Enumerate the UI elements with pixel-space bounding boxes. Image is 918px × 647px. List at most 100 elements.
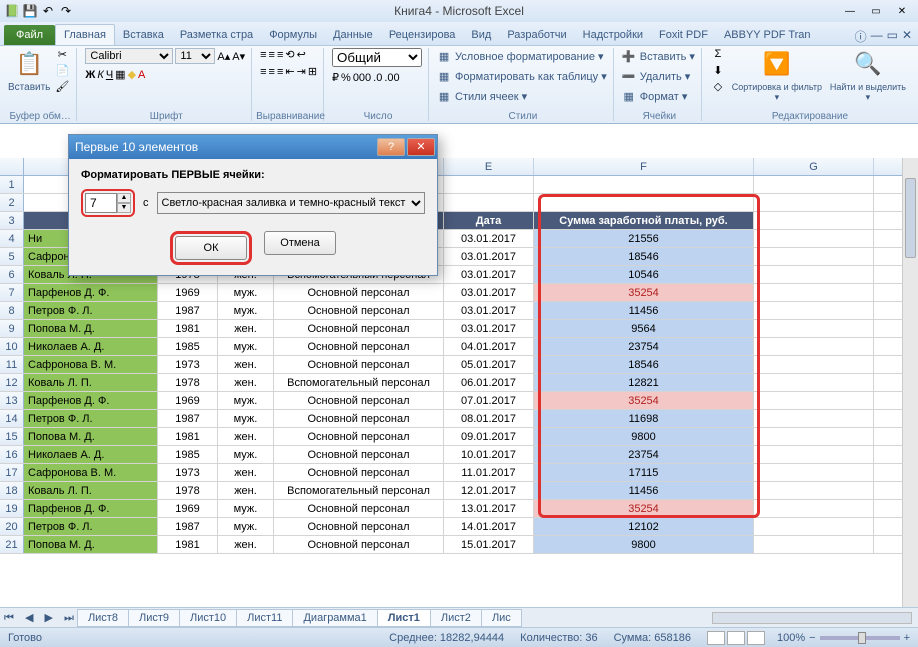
dec-dec-icon[interactable]: .00 bbox=[384, 72, 399, 84]
zoom-out-icon[interactable]: − bbox=[809, 632, 815, 644]
row-header[interactable]: 19 bbox=[0, 500, 24, 517]
table-row[interactable]: 8Петров Ф. Л.1987муж.Основной персонал03… bbox=[0, 302, 918, 320]
row-header[interactable]: 21 bbox=[0, 536, 24, 553]
align-bot-icon[interactable]: ≡ bbox=[277, 49, 283, 61]
cell[interactable]: Коваль Л. П. bbox=[24, 482, 158, 499]
cell[interactable]: жен. bbox=[218, 536, 274, 553]
cell[interactable]: Основной персонал bbox=[274, 428, 444, 445]
cell[interactable]: 1969 bbox=[158, 392, 218, 409]
cell[interactable] bbox=[754, 194, 874, 211]
tab-review[interactable]: Рецензирова bbox=[381, 25, 464, 45]
cell[interactable]: 09.01.2017 bbox=[444, 428, 534, 445]
sheet-tab[interactable]: Лист10 bbox=[179, 609, 237, 627]
row-header[interactable]: 2 bbox=[0, 194, 24, 211]
cell[interactable] bbox=[754, 284, 874, 301]
cut-icon[interactable]: ✂ bbox=[54, 48, 70, 62]
cell[interactable]: Основной персонал bbox=[274, 536, 444, 553]
sheet-tab[interactable]: Лист8 bbox=[77, 609, 129, 627]
row-header[interactable]: 8 bbox=[0, 302, 24, 319]
border-icon[interactable]: ▦ bbox=[115, 68, 125, 81]
row-header[interactable]: 4 bbox=[0, 230, 24, 247]
align-center-icon[interactable]: ≡ bbox=[269, 66, 275, 78]
shrink-font-icon[interactable]: A▾ bbox=[232, 50, 245, 63]
cond-format-button[interactable]: ▦Условное форматирование ▾ bbox=[437, 48, 604, 64]
cell[interactable]: 1973 bbox=[158, 356, 218, 373]
cell[interactable]: 1969 bbox=[158, 500, 218, 517]
tab-abbyy[interactable]: ABBYY PDF Tran bbox=[716, 25, 819, 45]
find-select-button[interactable]: 🔍 Найти и выделить ▾ bbox=[828, 48, 908, 102]
sort-filter-button[interactable]: 🔽 Сортировка и фильтр ▾ bbox=[730, 48, 824, 102]
font-color-icon[interactable]: A bbox=[138, 69, 145, 81]
row-header[interactable]: 6 bbox=[0, 266, 24, 283]
row-header[interactable]: 20 bbox=[0, 518, 24, 535]
cell[interactable]: муж. bbox=[218, 392, 274, 409]
zoom-in-icon[interactable]: + bbox=[904, 632, 910, 644]
row-header[interactable]: 1 bbox=[0, 176, 24, 193]
row-header[interactable]: 10 bbox=[0, 338, 24, 355]
scrollbar-thumb[interactable] bbox=[905, 178, 916, 258]
insert-cells-button[interactable]: ➕Вставить ▾ bbox=[622, 48, 695, 64]
table-row[interactable]: 11Сафронова В. М.1973жен.Основной персон… bbox=[0, 356, 918, 374]
cell[interactable]: 08.01.2017 bbox=[444, 410, 534, 427]
delete-cells-button[interactable]: ➖Удалить ▾ bbox=[622, 68, 691, 84]
cell[interactable]: муж. bbox=[218, 410, 274, 427]
tab-view[interactable]: Вид bbox=[463, 25, 499, 45]
cell[interactable] bbox=[754, 248, 874, 265]
cell[interactable] bbox=[754, 518, 874, 535]
cell[interactable]: Основной персонал bbox=[274, 392, 444, 409]
cell[interactable]: Основной персонал bbox=[274, 302, 444, 319]
cell[interactable]: Вспомогательный персонал bbox=[274, 374, 444, 391]
cell[interactable]: 11456 bbox=[534, 482, 754, 499]
table-row[interactable]: 17Сафронова В. М.1973жен.Основной персон… bbox=[0, 464, 918, 482]
maximize-button[interactable]: ▭ bbox=[864, 3, 888, 19]
cell[interactable]: 1985 bbox=[158, 446, 218, 463]
cell[interactable] bbox=[754, 374, 874, 391]
bold-icon[interactable]: Ж bbox=[85, 69, 95, 81]
cell[interactable]: 35254 bbox=[534, 500, 754, 517]
cell[interactable]: 07.01.2017 bbox=[444, 392, 534, 409]
cell[interactable]: 1981 bbox=[158, 428, 218, 445]
cell[interactable]: 14.01.2017 bbox=[444, 518, 534, 535]
cell[interactable]: Сафронова В. М. bbox=[24, 464, 158, 481]
cell[interactable]: 03.01.2017 bbox=[444, 266, 534, 283]
ribbon-min-icon[interactable]: — bbox=[871, 28, 883, 45]
cell[interactable]: жен. bbox=[218, 482, 274, 499]
col-header-f[interactable]: F bbox=[534, 158, 754, 175]
cell[interactable]: 06.01.2017 bbox=[444, 374, 534, 391]
cell[interactable] bbox=[754, 536, 874, 553]
align-right-icon[interactable]: ≡ bbox=[277, 66, 283, 78]
format-painter-icon[interactable]: 🖌 bbox=[54, 80, 70, 94]
cell[interactable]: 05.01.2017 bbox=[444, 356, 534, 373]
dialog-close-button[interactable]: ✕ bbox=[407, 138, 435, 156]
sheet-prev-icon[interactable]: ◀ bbox=[21, 612, 37, 624]
tab-insert[interactable]: Вставка bbox=[115, 25, 172, 45]
cell[interactable]: муж. bbox=[218, 284, 274, 301]
sheet-tab[interactable]: Диаграмма1 bbox=[292, 609, 377, 627]
format-select[interactable]: Светло-красная заливка и темно-красный т… bbox=[157, 192, 426, 214]
sheet-tab[interactable]: Лист2 bbox=[430, 609, 482, 627]
orientation-icon[interactable]: ⟲ bbox=[285, 48, 294, 61]
cell[interactable]: 1981 bbox=[158, 320, 218, 337]
currency-icon[interactable]: ₽ bbox=[332, 71, 339, 84]
cell[interactable]: Основной персонал bbox=[274, 338, 444, 355]
tab-file[interactable]: Файл bbox=[4, 25, 55, 45]
cell[interactable]: 9564 bbox=[534, 320, 754, 337]
view-pagebreak-icon[interactable] bbox=[747, 631, 765, 645]
cell[interactable]: 1985 bbox=[158, 338, 218, 355]
cell[interactable]: Парфенов Д. Ф. bbox=[24, 392, 158, 409]
cell[interactable] bbox=[754, 212, 874, 229]
cell[interactable]: Николаев А. Д. bbox=[24, 446, 158, 463]
fill-icon[interactable]: ⬇ bbox=[710, 64, 726, 78]
row-header[interactable]: 7 bbox=[0, 284, 24, 301]
cell[interactable] bbox=[754, 266, 874, 283]
cell[interactable]: 03.01.2017 bbox=[444, 302, 534, 319]
format-cells-button[interactable]: ▦Формат ▾ bbox=[622, 88, 688, 104]
save-icon[interactable]: 💾 bbox=[22, 3, 38, 19]
font-name-select[interactable]: Calibri bbox=[85, 48, 173, 64]
row-header[interactable]: 18 bbox=[0, 482, 24, 499]
cell[interactable]: 18546 bbox=[534, 356, 754, 373]
cell[interactable]: 1987 bbox=[158, 302, 218, 319]
table-row[interactable]: 13Парфенов Д. Ф.1969муж.Основной персона… bbox=[0, 392, 918, 410]
inc-dec-icon[interactable]: .0 bbox=[373, 72, 382, 84]
cell[interactable]: муж. bbox=[218, 302, 274, 319]
